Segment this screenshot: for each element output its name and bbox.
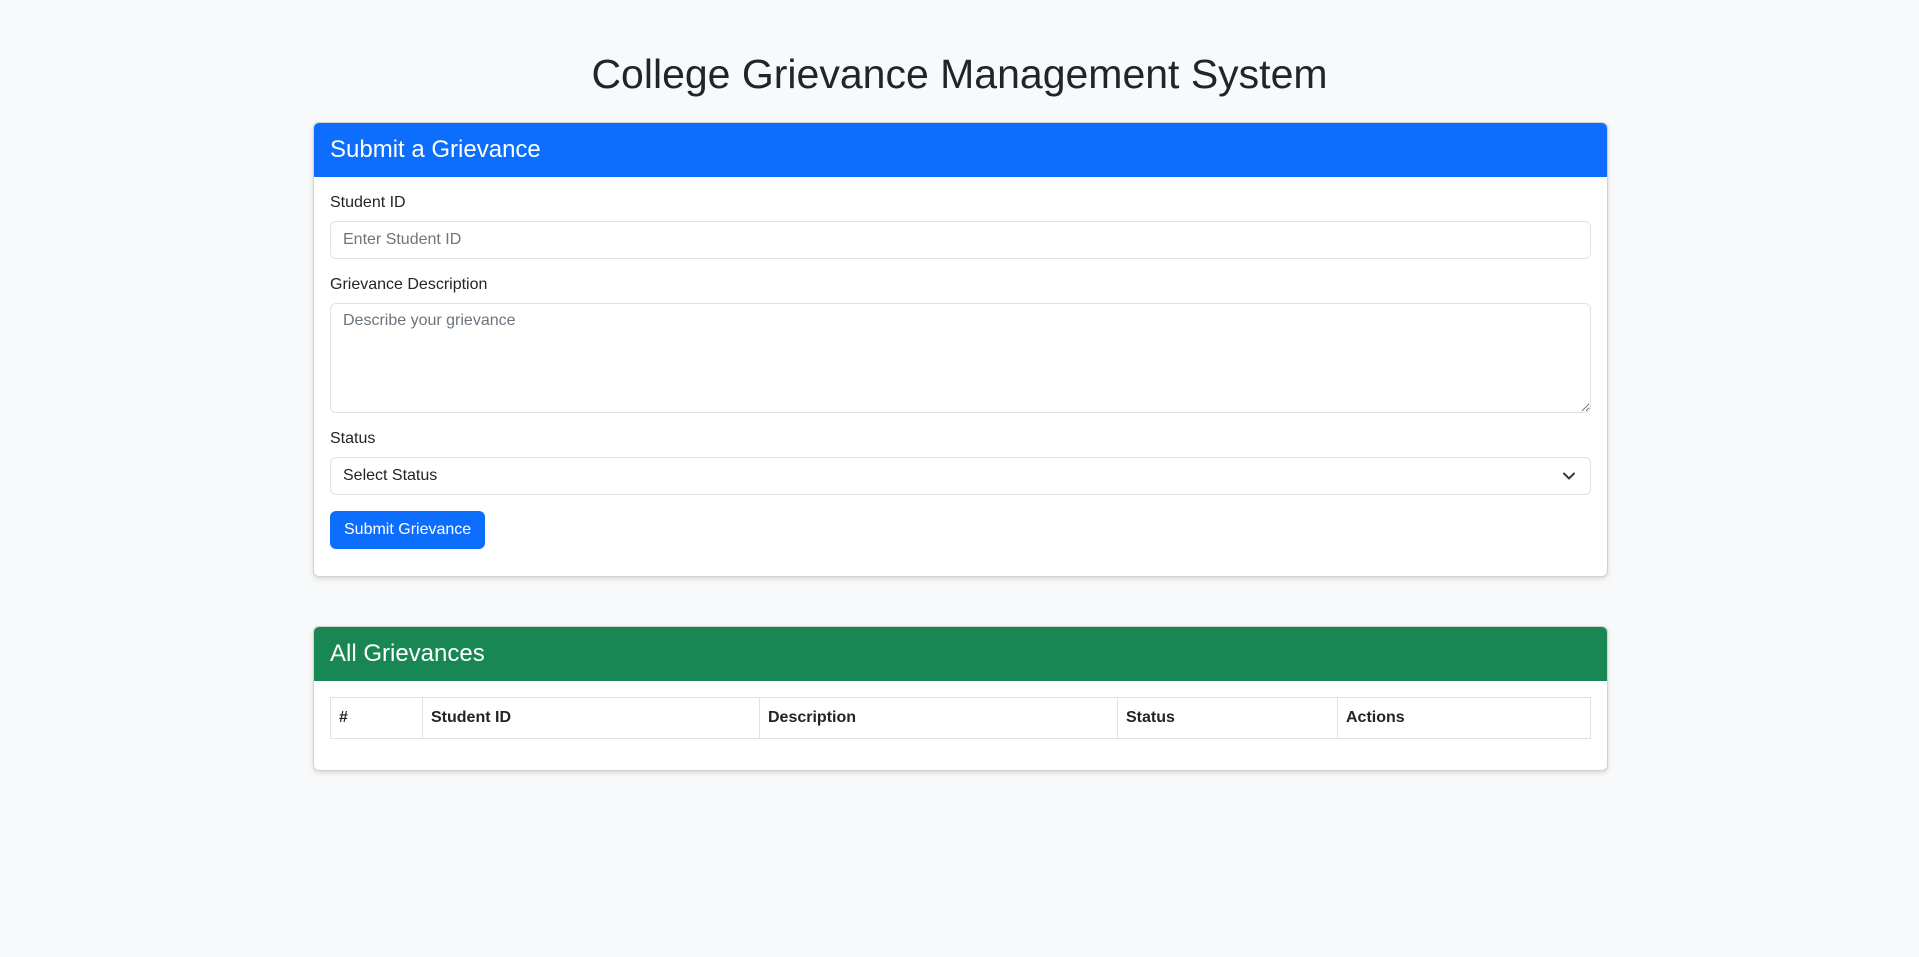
page-title: College Grievance Management System (591, 51, 1328, 97)
column-header-actions: Actions (1337, 697, 1591, 739)
submit-card-body: Student ID Grievance Description Status … (314, 177, 1607, 565)
status-selected-value: Select Status (343, 467, 438, 484)
description-group: Grievance Description (330, 275, 1591, 413)
status-label: Status (330, 430, 376, 447)
column-header-number: # (330, 697, 423, 739)
chevron-down-icon (1562, 471, 1576, 481)
table-header-row: # Student ID Description Status Actions (330, 697, 1591, 739)
submit-grievance-button[interactable]: Submit Grievance (330, 511, 486, 549)
column-header-description: Description (759, 697, 1118, 739)
submit-grievance-card: Submit a Grievance Student ID Grievance … (313, 122, 1608, 577)
grievance-description-label: Grievance Description (330, 276, 488, 293)
status-select[interactable]: Select Status (330, 457, 1591, 495)
all-grievances-header: All Grievances (314, 627, 1607, 681)
grievance-description-textarea[interactable] (330, 303, 1591, 413)
column-header-student-id: Student ID (422, 697, 760, 739)
status-group: Status Select Status (330, 429, 1591, 495)
grievances-table-wrap: # Student ID Description Status Actions (314, 681, 1607, 755)
student-id-label: Student ID (330, 194, 406, 211)
grievances-table: # Student ID Description Status Actions (330, 697, 1591, 739)
student-id-input[interactable] (330, 221, 1591, 259)
all-grievances-card: All Grievances # Student ID Description … (313, 626, 1608, 771)
column-header-status: Status (1117, 697, 1338, 739)
student-id-group: Student ID (330, 193, 1591, 259)
submit-card-header: Submit a Grievance (314, 123, 1607, 177)
